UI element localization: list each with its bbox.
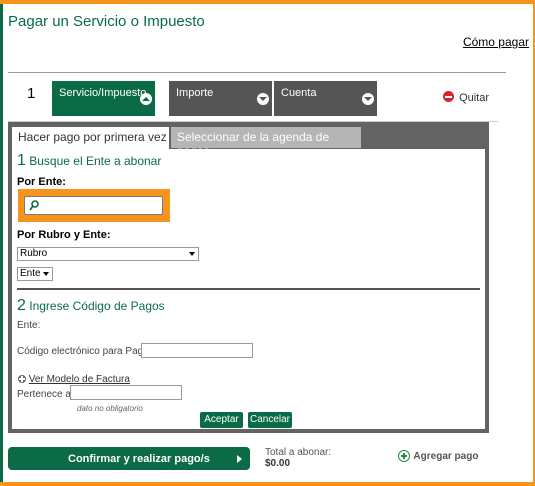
belongs-label: Pertenece a: <box>17 389 74 400</box>
chevron-down-icon <box>257 93 269 105</box>
section-2-title: 2 Ingrese Código de Pagos <box>17 297 165 314</box>
entity-select[interactable]: Ente <box>17 267 53 281</box>
step-servicio-impuesto[interactable]: Servicio/Impuesto <box>52 81 155 116</box>
dropdown-arrow-icon <box>189 252 195 256</box>
invoice-model-link[interactable]: Ver Modelo de Factura <box>29 374 130 385</box>
entity-search-field[interactable] <box>24 196 163 215</box>
section-1-title: 1 Busque el Ente a abonar <box>17 152 162 169</box>
search-icon <box>29 200 39 211</box>
remove-payment-button[interactable]: Quitar <box>443 91 489 104</box>
tab-payment-agenda[interactable]: Seleccionar de la agenda de pagos <box>171 127 361 158</box>
total-label: Total a abonar: <box>265 447 332 458</box>
page-title: Pagar un Servicio o Impuesto <box>8 13 205 30</box>
left-accent-bar <box>0 4 3 482</box>
payment-panel: Hacer pago por primera vez Seleccionar d… <box>8 122 489 433</box>
bottom-accent-bar <box>0 482 535 486</box>
by-category-label: Por Rubro y Ente: <box>17 229 111 241</box>
confirm-payment-button[interactable]: Confirmar y realizar pago/s <box>8 447 250 470</box>
step-label: Importe <box>176 87 214 99</box>
payment-row-number: 1 <box>27 85 36 102</box>
chevron-right-icon <box>237 455 242 463</box>
accept-button[interactable]: Aceptar <box>200 412 243 428</box>
remove-label: Quitar <box>459 92 490 104</box>
entity-label: Ente: <box>17 320 41 331</box>
top-accent-bar <box>0 0 535 4</box>
add-payment-button[interactable]: Agregar pago <box>398 450 478 462</box>
how-to-pay-link[interactable]: Cómo pagar <box>463 35 529 49</box>
plus-icon <box>398 450 410 462</box>
belongs-input[interactable] <box>70 385 182 400</box>
section-divider <box>17 288 480 290</box>
step-importe[interactable]: Importe <box>169 81 272 116</box>
dropdown-arrow-icon <box>43 272 49 276</box>
step-cuenta[interactable]: Cuenta <box>274 81 377 116</box>
step-label: Servicio/Impuesto <box>59 87 147 99</box>
tab-first-time-payment[interactable]: Hacer pago por primera vez <box>12 127 169 149</box>
step-label: Cuenta <box>281 87 317 99</box>
expand-icon <box>18 375 26 383</box>
divider <box>8 72 506 73</box>
total-value: $0.00 <box>265 458 291 469</box>
payment-code-input[interactable] <box>141 343 253 358</box>
category-select[interactable]: Rubro <box>17 247 199 261</box>
by-entity-label: Por Ente: <box>17 176 66 188</box>
cancel-button[interactable]: Cancelar <box>248 412 292 428</box>
remove-icon <box>443 91 454 102</box>
chevron-down-icon <box>362 93 374 105</box>
search-highlight <box>18 189 170 222</box>
code-label: Código electrónico para Pagar <box>17 346 153 357</box>
panel-body: 1 Busque el Ente a abonar Por Ente: Por … <box>12 149 485 429</box>
invoice-model-link-row[interactable]: Ver Modelo de Factura <box>18 374 130 385</box>
entity-search-input[interactable] <box>42 198 160 213</box>
optional-hint: dato no obligatorio <box>77 404 143 413</box>
chevron-up-icon <box>140 93 152 105</box>
